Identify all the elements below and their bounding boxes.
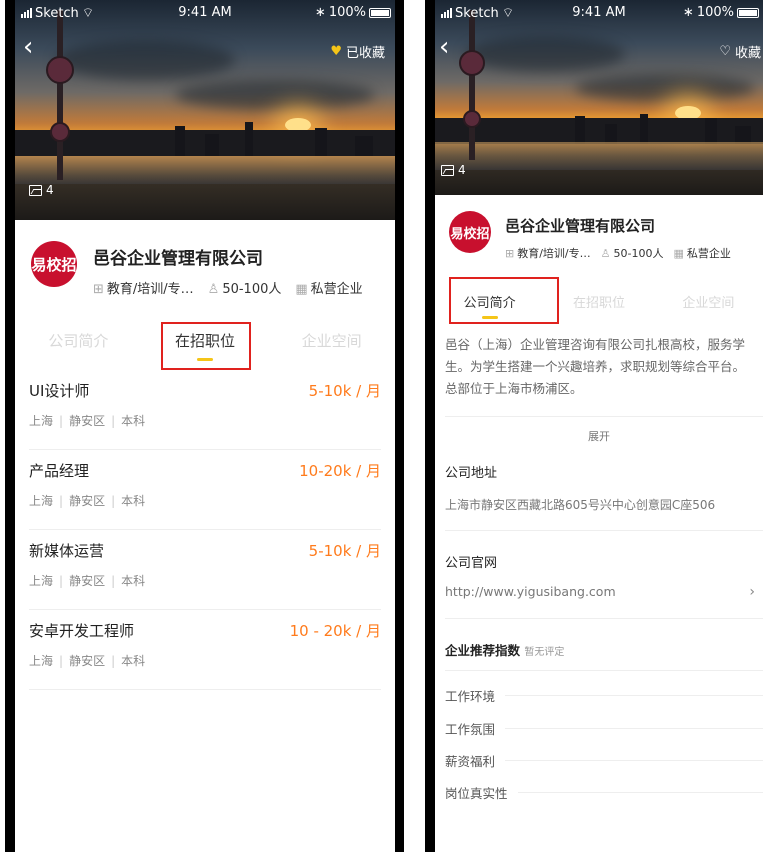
company-name: 邑谷企业管理有限公司 <box>93 249 263 269</box>
job-title: 产品经理 <box>29 462 90 480</box>
heart-outline-icon: ♡ <box>719 44 731 59</box>
favorite-button[interactable]: ♥ 已收藏 <box>330 42 385 61</box>
clock: 9:41 AM <box>178 5 232 20</box>
tab-company-space[interactable]: 企业空间 <box>268 326 395 366</box>
tab-jobs[interactable]: 在招职位 <box>544 290 653 324</box>
screen-right: Sketch ⌔ 9:41 AM ∗ 100% ‹ ♡ 收藏 4 易校招 邑谷企业管理… <box>435 0 763 852</box>
grid-icon: ⊞ <box>505 247 515 260</box>
rating-title: 企业推荐指数 暂无评定 <box>445 643 565 658</box>
rating-row: 薪资福利 <box>445 750 763 770</box>
grid-icon: ⊞ <box>93 282 104 297</box>
website-title: 公司官网 <box>445 556 498 571</box>
carrier-label: Sketch <box>35 5 79 21</box>
job-title: UI设计师 <box>29 382 90 400</box>
favorite-label: 收藏 <box>734 46 761 61</box>
photo-count-label: 4 <box>458 163 466 177</box>
website-link[interactable]: http://www.yigusibang.com <box>445 584 616 599</box>
job-item[interactable]: 产品经理 10-20k / 月 上海 | 静安区 | 本科 <box>29 450 381 530</box>
bluetooth-icon: ∗ <box>314 5 326 20</box>
size-tag: ♙ 50-100人 <box>207 282 282 297</box>
favorite-button[interactable]: ♡ 收藏 <box>719 42 761 61</box>
job-salary: 5-10k / 月 <box>308 542 381 560</box>
highlight-box <box>161 322 251 370</box>
type-tag: ▦ 私营企业 <box>673 247 731 260</box>
signal-icon <box>21 8 32 18</box>
screen-left: Sketch ⌔ 9:41 AM ∗ 100% ‹ ♥ 已收藏 4 易校招 邑谷企业管… <box>15 0 395 852</box>
address-value: 上海市静安区西藏北路605号兴中心创意园C座506 <box>445 498 716 512</box>
rating-row: 工作氛围 <box>445 718 763 738</box>
company-header: 易校招 邑谷企业管理有限公司 ⊞ 教育/培训/专… ♙ 50-100人 ▦ 私营企业 <box>15 220 395 310</box>
company-logo: 易校招 <box>449 211 491 253</box>
photo-count[interactable]: 4 <box>29 183 54 197</box>
wifi-icon: ⌔ <box>501 6 515 21</box>
signal-icon <box>441 8 452 18</box>
industry-tag: ⊞ 教育/培训/专… <box>93 282 194 297</box>
image-icon <box>29 184 42 196</box>
company-logo: 易校招 <box>31 241 77 287</box>
job-salary: 10 - 20k / 月 <box>289 622 381 640</box>
photo-count[interactable]: 4 <box>441 163 466 177</box>
job-tags: 上海 | 静安区 | 本科 <box>29 414 146 428</box>
highlight-box <box>449 277 559 324</box>
rating-row: 工作环境 <box>445 685 763 705</box>
job-tags: 上海 | 静安区 | 本科 <box>29 654 146 668</box>
type-tag: ▦ 私营企业 <box>295 282 363 297</box>
phone-frame-right: Sketch ⌔ 9:41 AM ∗ 100% ‹ ♡ 收藏 4 易校招 邑谷企业管理… <box>425 0 763 852</box>
tab-company-intro[interactable]: 公司简介 <box>15 326 142 366</box>
divider <box>445 618 763 619</box>
carrier-label: Sketch <box>455 5 499 21</box>
address-title: 公司地址 <box>445 466 498 481</box>
rating-row: 岗位真实性 <box>445 782 763 802</box>
back-arrow-icon[interactable]: ‹ <box>439 34 461 60</box>
people-icon: ♙ <box>600 247 611 260</box>
favorite-label: 已收藏 <box>345 46 385 61</box>
clock: 9:41 AM <box>572 5 626 20</box>
size-tag: ♙ 50-100人 <box>600 247 664 260</box>
divider <box>445 416 763 417</box>
wifi-icon: ⌔ <box>81 6 95 21</box>
battery-label: 100% <box>328 5 366 20</box>
tab-company-space[interactable]: 企业空间 <box>654 290 763 324</box>
job-tags: 上海 | 静安区 | 本科 <box>29 574 146 588</box>
bluetooth-icon: ∗ <box>682 5 694 20</box>
image-icon <box>441 164 454 176</box>
battery-icon <box>369 7 391 18</box>
company-header: 易校招 邑谷企业管理有限公司 ⊞ 教育/培训/专… ♙ 50-100人 ▦ 私营企业 <box>435 195 763 275</box>
job-title: 新媒体运营 <box>29 542 105 560</box>
company-cover-image[interactable]: Sketch ⌔ 9:41 AM ∗ 100% ‹ ♡ 收藏 4 <box>435 0 763 195</box>
back-arrow-icon[interactable]: ‹ <box>23 34 45 60</box>
rating-status: 暂无评定 <box>524 647 565 658</box>
company-description: 邑谷（上海）企业管理咨询有限公司扎根高校，服务学 生。为学生搭建一个兴趣培养，求… <box>445 337 746 396</box>
photo-count-label: 4 <box>46 183 54 197</box>
industry-tag: ⊞ 教育/培训/专… <box>505 247 591 260</box>
company-cover-image[interactable]: Sketch ⌔ 9:41 AM ∗ 100% ‹ ♥ 已收藏 4 <box>15 0 395 220</box>
job-item[interactable]: UI设计师 5-10k / 月 上海 | 静安区 | 本科 <box>29 370 381 450</box>
job-tags: 上海 | 静安区 | 本科 <box>29 494 146 508</box>
battery-icon <box>737 7 759 18</box>
company-name: 邑谷企业管理有限公司 <box>505 217 656 235</box>
job-salary: 10-20k / 月 <box>299 462 381 480</box>
building-icon: ▦ <box>673 247 684 260</box>
phone-frame-left: Sketch ⌔ 9:41 AM ∗ 100% ‹ ♥ 已收藏 4 易校招 邑谷企业管… <box>5 0 404 852</box>
heart-icon: ♥ <box>330 44 342 59</box>
battery-label: 100% <box>696 5 734 20</box>
chevron-right-icon[interactable]: › <box>749 584 755 600</box>
status-bar: Sketch ⌔ 9:41 AM ∗ 100% <box>15 0 395 24</box>
people-icon: ♙ <box>207 282 220 297</box>
job-item[interactable]: 安卓开发工程师 10 - 20k / 月 上海 | 静安区 | 本科 <box>29 610 381 690</box>
status-bar: Sketch ⌔ 9:41 AM ∗ 100% <box>435 0 763 24</box>
expand-button[interactable]: 展开 <box>435 428 763 444</box>
job-item[interactable]: 新媒体运营 5-10k / 月 上海 | 静安区 | 本科 <box>29 530 381 610</box>
job-salary: 5-10k / 月 <box>308 382 381 400</box>
divider <box>445 670 763 671</box>
job-title: 安卓开发工程师 <box>29 622 135 640</box>
divider <box>445 530 763 531</box>
building-icon: ▦ <box>295 282 308 297</box>
